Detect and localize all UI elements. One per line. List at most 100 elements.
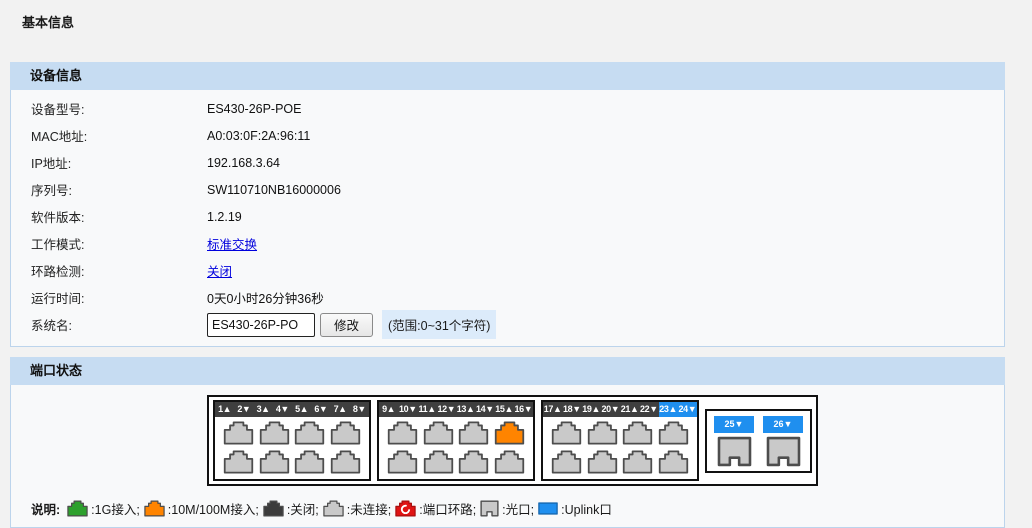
legend-1g-rj45-icon (67, 500, 88, 517)
port-26-label: 26▼ (763, 416, 803, 433)
system-name-range-hint: (范围:0~31个字符) (382, 310, 496, 339)
port-10-rj45-icon (387, 450, 418, 474)
uptime-label: 运行时间: (11, 288, 207, 307)
sfp-port-26: 26▼ (763, 416, 803, 467)
ip-address-label: IP地址: (11, 153, 207, 172)
software-version-row: 软件版本: 1.2.19 (11, 203, 1004, 230)
work-mode-link[interactable]: 标准交换 (207, 234, 257, 253)
loop-detect-row: 环路检测: 关闭 (11, 257, 1004, 284)
port-block-3-header: 17▲18▼19▲20▼21▲22▼23▲24▼ (543, 402, 697, 417)
sfp-port-25: 25▼ (714, 416, 754, 467)
port-21-label: 21▲ (620, 402, 639, 417)
port-25-sfp-icon (716, 436, 753, 467)
port-14-label: 14▼ (475, 402, 494, 417)
loop-detect-link[interactable]: 关闭 (207, 261, 232, 280)
device-model-value: ES430-26P-POE (207, 102, 302, 116)
port-block-3: 17▲18▼19▲20▼21▲22▼23▲24▼ (541, 400, 699, 481)
port-16-rj45-icon (494, 450, 525, 474)
port-9-rj45-icon (387, 421, 418, 445)
legend-label-disconnected: :光口; (502, 499, 534, 518)
port-22-label: 22▼ (639, 402, 658, 417)
serial-number-row: 序列号: SW110710NB16000006 (11, 176, 1004, 203)
device-info-section-header: 设备信息 (10, 62, 1005, 90)
port-12-label: 12▼ (437, 402, 456, 417)
device-info-panel: 设备信息 设备型号: ES430-26P-POE MAC地址: A0:03:0F… (10, 62, 1005, 347)
port-1-rj45-icon (223, 421, 254, 445)
legend-label-uplink: :Uplink口 (561, 499, 612, 518)
system-name-input[interactable] (207, 313, 315, 337)
port-16-label: 16▼ (514, 402, 533, 417)
port-4-label: 4▼ (273, 402, 292, 417)
port-8-rj45-icon (330, 450, 361, 474)
port-block-1-header: 1▲2▼3▲4▼5▲6▼7▲8▼ (215, 402, 369, 417)
serial-number-value: SW110710NB16000006 (207, 183, 341, 197)
legend-100m-rj45-icon (144, 500, 165, 517)
software-version-label: 软件版本: (11, 207, 207, 226)
mac-address-label: MAC地址: (11, 126, 207, 145)
port-17-rj45-icon (551, 421, 582, 445)
port-13-rj45-icon (458, 421, 489, 445)
port-4-rj45-icon (259, 450, 290, 474)
legend-disconnected-rj45-icon (323, 500, 344, 517)
port-23-rj45-icon (658, 421, 689, 445)
legend-label-1g: :1G接入; (91, 499, 140, 518)
device-model-row: 设备型号: ES430-26P-POE (11, 95, 1004, 122)
port-26-sfp-icon (765, 436, 802, 467)
legend-label-100m: :10M/100M接入; (168, 499, 259, 518)
port-3-rj45-icon (259, 421, 290, 445)
port-20-label: 20▼ (601, 402, 620, 417)
port-21-rj45-icon (622, 421, 653, 445)
port-24-label: 24▼ (678, 402, 697, 417)
port-18-rj45-icon (551, 450, 582, 474)
sfp-port-block: 25▼ 26▼ (705, 409, 812, 473)
port-19-label: 19▲ (582, 402, 601, 417)
legend-label-loop: :端口环路; (419, 499, 476, 518)
port-15-rj45-icon (494, 421, 525, 445)
system-name-label: 系统名: (11, 315, 207, 334)
serial-number-label: 序列号: (11, 180, 207, 199)
port-block-3-grid (543, 417, 697, 479)
port-5-label: 5▲ (292, 402, 311, 417)
port-status-body: 1▲2▼3▲4▼5▲6▼7▲8▼9▲10▼11▲12▼13▲14▼15▲16▼1… (10, 385, 1005, 528)
device-info-body: 设备型号: ES430-26P-POE MAC地址: A0:03:0F:2A:9… (10, 90, 1005, 347)
loop-detect-label: 环路检测: (11, 261, 207, 280)
mac-address-row: MAC地址: A0:03:0F:2A:96:11 (11, 122, 1004, 149)
device-model-label: 设备型号: (11, 99, 207, 118)
page-title: 基本信息 (0, 0, 1032, 62)
port-status-panel: 端口状态 1▲2▼3▲4▼5▲6▼7▲8▼9▲10▼11▲12▼13▲14▼15… (10, 357, 1005, 528)
system-name-row: 系统名: 修改 (范围:0~31个字符) (11, 311, 1004, 338)
mac-address-value: A0:03:0F:2A:96:11 (207, 129, 310, 143)
legend-item-disconnected: :未连接; (323, 499, 391, 518)
switch-port-panel: 1▲2▼3▲4▼5▲6▼7▲8▼9▲10▼11▲12▼13▲14▼15▲16▼1… (207, 395, 818, 486)
port-block-1-grid (215, 417, 369, 479)
port-block-2-grid (379, 417, 533, 479)
legend-item-disconnected: :光口; (480, 499, 534, 518)
port-5-rj45-icon (294, 421, 325, 445)
port-block-2-header: 9▲10▼11▲12▼13▲14▼15▲16▼ (379, 402, 533, 417)
legend-label-disconnected: :未连接; (347, 499, 391, 518)
legend-item-1g: :1G接入; (67, 499, 140, 518)
port-15-label: 15▲ (495, 402, 514, 417)
port-23-label: 23▲ (659, 402, 678, 417)
legend-prefix: 说明: (31, 499, 60, 518)
ip-address-value: 192.168.3.64 (207, 156, 280, 170)
legend-item-uplink: :Uplink口 (538, 499, 612, 518)
port-3-label: 3▲ (254, 402, 273, 417)
legend-port-loop-icon (395, 500, 416, 517)
port-14-rj45-icon (458, 450, 489, 474)
port-2-label: 2▼ (234, 402, 253, 417)
legend-item-closed: :关闭; (263, 499, 319, 518)
port-7-rj45-icon (330, 421, 361, 445)
work-mode-label: 工作模式: (11, 234, 207, 253)
port-legend: 说明: :1G接入; :10M/100M接入; :关闭; :未连接; :端口环路; :光口… (31, 499, 1004, 518)
uptime-row: 运行时间: 0天0小时26分钟36秒 (11, 284, 1004, 311)
port-6-label: 6▼ (311, 402, 330, 417)
port-17-label: 17▲ (543, 402, 562, 417)
port-11-label: 11▲ (418, 402, 437, 417)
ip-address-row: IP地址: 192.168.3.64 (11, 149, 1004, 176)
port-6-rj45-icon (294, 450, 325, 474)
modify-button[interactable]: 修改 (320, 313, 373, 337)
port-10-label: 10▼ (398, 402, 417, 417)
legend-label-closed: :关闭; (287, 499, 319, 518)
legend-item-loop: :端口环路; (395, 499, 476, 518)
